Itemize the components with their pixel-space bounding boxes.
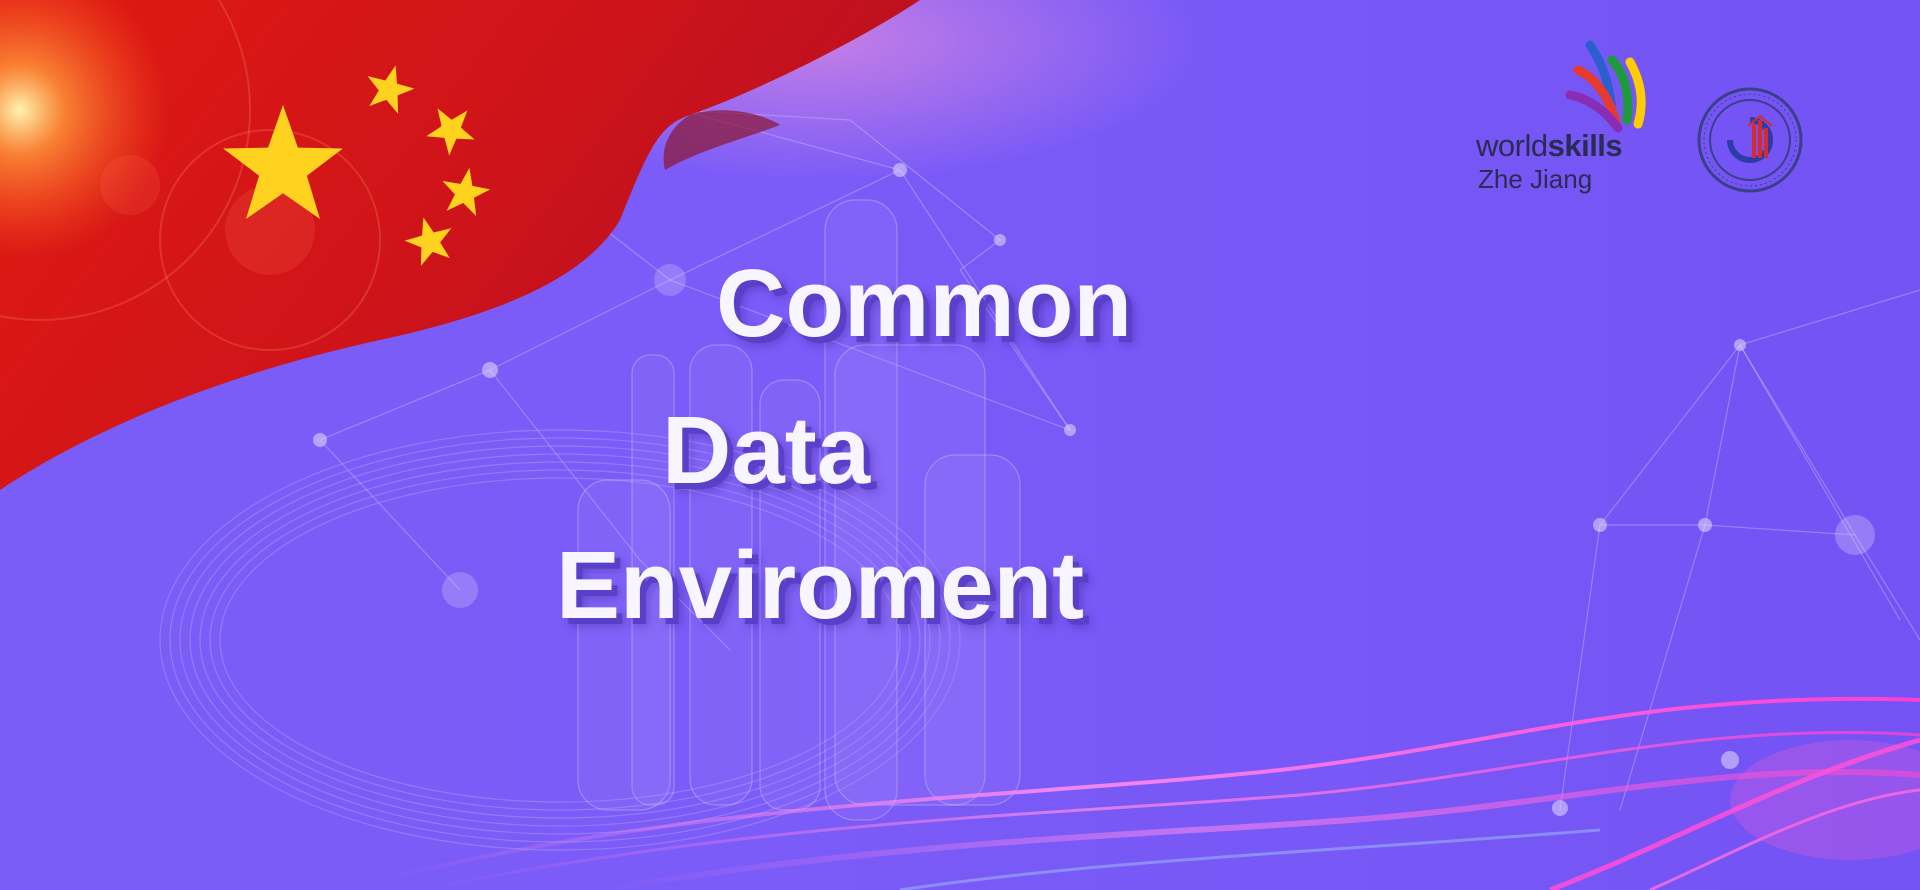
worldskills-ribbon-icon bbox=[1565, 40, 1646, 133]
worldskills-logo: worldskills Zhe Jiang bbox=[1470, 40, 1660, 200]
worldskills-word-world: world bbox=[1476, 128, 1548, 163]
worldskills-region: Zhe Jiang bbox=[1478, 164, 1593, 194]
title-line-data: Data bbox=[662, 397, 871, 504]
college-seal-icon bbox=[1697, 87, 1803, 193]
title-line-enviroment: Enviroment bbox=[556, 532, 1085, 639]
worldskills-word-skills: skills bbox=[1547, 128, 1623, 163]
worldskills-wordmark: worldskills bbox=[1476, 128, 1623, 164]
title-line-common: Common bbox=[716, 250, 1132, 357]
